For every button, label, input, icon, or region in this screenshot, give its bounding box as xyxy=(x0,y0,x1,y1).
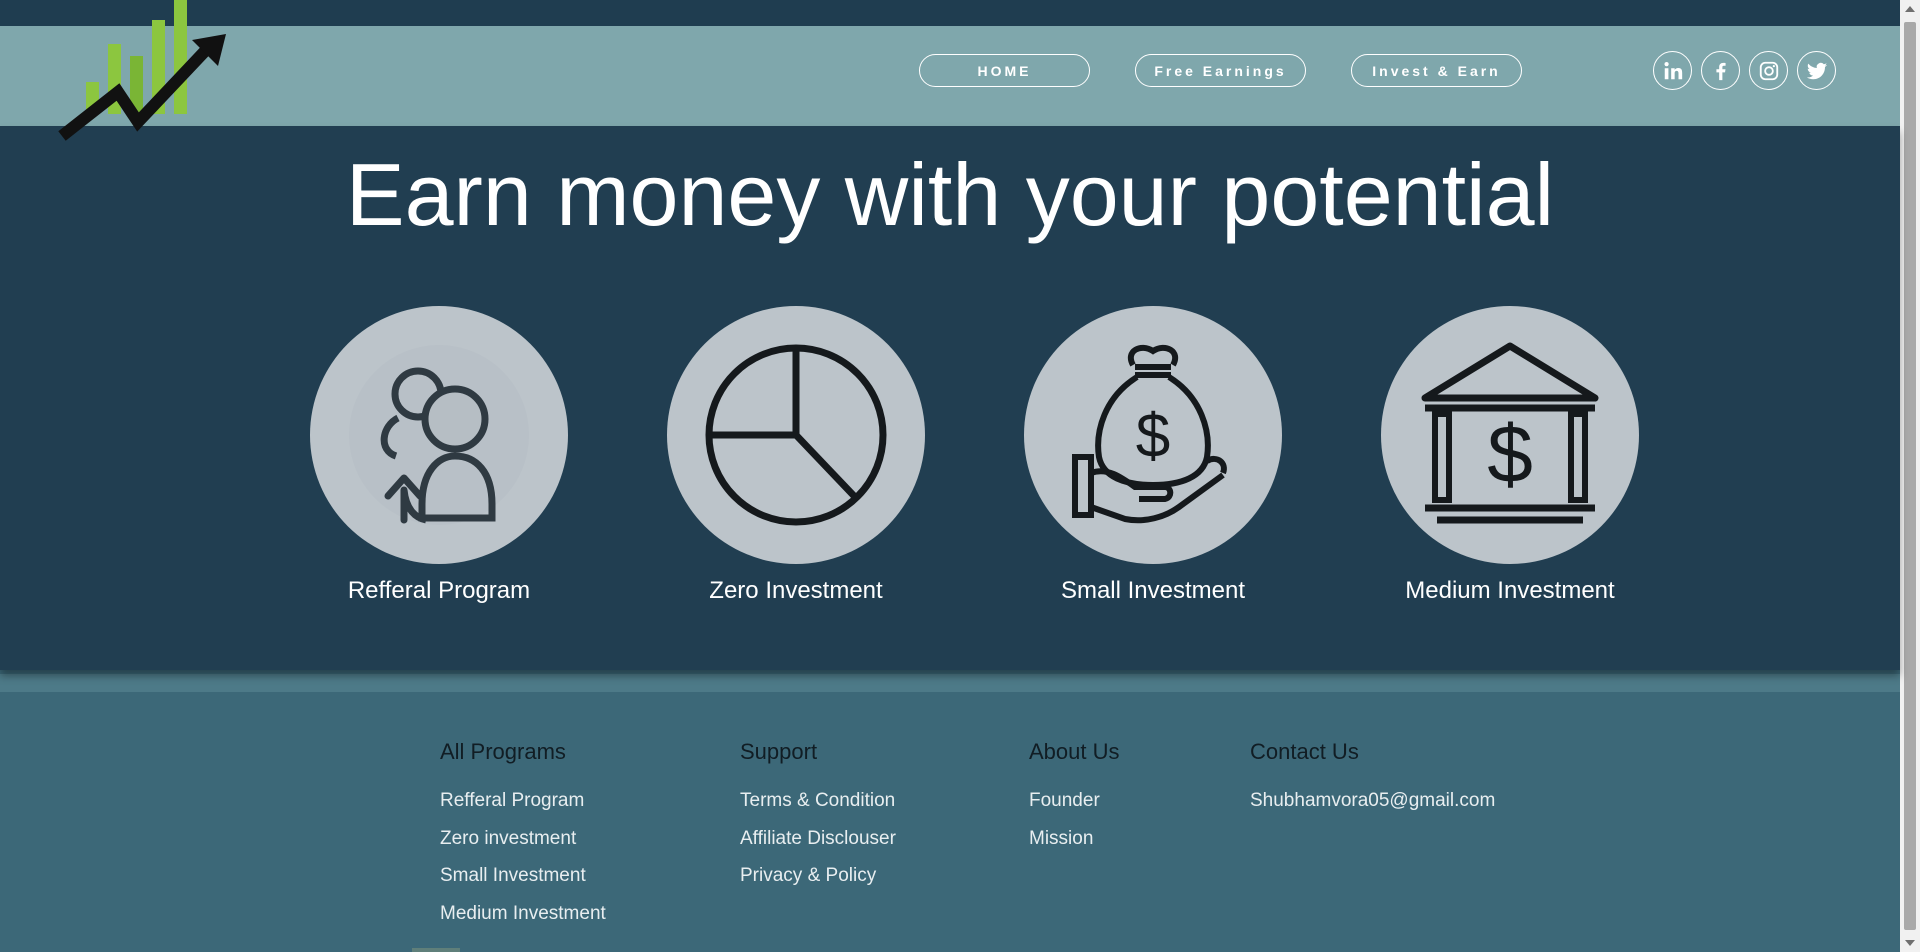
instagram-icon xyxy=(1759,61,1778,80)
facebook-icon xyxy=(1715,62,1726,80)
footer-link-affiliate[interactable]: Affiliate Disclouser xyxy=(740,827,896,851)
program-icon-circle: $ xyxy=(1024,306,1282,564)
program-icon-circle xyxy=(667,306,925,564)
program-card-medium-investment[interactable]: $ Medium Investment xyxy=(1350,306,1670,606)
instagram-button[interactable] xyxy=(1749,51,1788,90)
facebook-button[interactable] xyxy=(1701,51,1740,90)
footer-link-mission[interactable]: Mission xyxy=(1029,827,1120,851)
hero-title: Earn money with your potential xyxy=(345,145,1555,244)
svg-text:$: $ xyxy=(1136,402,1170,471)
footer-column-contact: Contact Us Shubhamvora05@gmail.com xyxy=(1250,738,1495,827)
program-icon-circle xyxy=(310,306,568,564)
footer-link-email[interactable]: Shubhamvora05@gmail.com xyxy=(1250,789,1495,813)
program-label-zero-investment: Zero Investment xyxy=(709,577,883,604)
scrollbar-thumb[interactable] xyxy=(1904,22,1916,930)
footer-column-support: Support Terms & Condition Affiliate Disc… xyxy=(740,738,896,902)
nav-invest-earn-button[interactable]: Invest & Earn xyxy=(1351,54,1522,87)
twitter-icon xyxy=(1806,62,1827,79)
footer-heading: Support xyxy=(740,739,818,764)
brand-logo[interactable] xyxy=(58,0,233,142)
page-edge-marker xyxy=(412,948,460,952)
section-divider xyxy=(0,674,1900,692)
program-label-referral: Refferal Program xyxy=(347,577,531,604)
vertical-scrollbar[interactable] xyxy=(1900,0,1920,952)
program-label-small-investment: Small Investment xyxy=(1060,577,1246,604)
footer-link-terms[interactable]: Terms & Condition xyxy=(740,789,896,813)
scroll-up-icon[interactable] xyxy=(1905,6,1915,12)
nav-home-button[interactable]: HOME xyxy=(919,54,1090,87)
footer-link-privacy[interactable]: Privacy & Policy xyxy=(740,864,896,888)
pie-chart-icon xyxy=(705,344,887,526)
footer-column-programs: All Programs Refferal Program Zero inves… xyxy=(440,738,606,939)
footer-link-founder[interactable]: Founder xyxy=(1029,789,1120,813)
program-label-medium-investment: Medium Investment xyxy=(1405,577,1615,604)
footer-link-medium-investment[interactable]: Medium Investment xyxy=(440,902,606,926)
linkedin-icon xyxy=(1663,61,1682,79)
footer-column-about: About Us Founder Mission xyxy=(1029,738,1120,864)
footer-heading: All Programs xyxy=(440,739,566,764)
footer-link-small-investment[interactable]: Small Investment xyxy=(440,864,606,888)
bank-dollar-icon: $ xyxy=(1421,342,1599,524)
nav-free-earnings-button[interactable]: Free Earnings xyxy=(1135,54,1306,87)
referral-users-icon xyxy=(349,345,529,525)
footer-link-referral[interactable]: Refferal Program xyxy=(440,789,606,813)
program-card-referral[interactable]: Refferal Program xyxy=(279,306,599,606)
growth-chart-logo-icon xyxy=(58,0,226,141)
program-card-zero-investment[interactable]: Zero Investment xyxy=(636,306,956,606)
top-strip xyxy=(0,0,1900,26)
program-card-small-investment[interactable]: $ Small Investment xyxy=(993,306,1313,606)
linkedin-button[interactable] xyxy=(1653,51,1692,90)
program-icon-circle: $ xyxy=(1381,306,1639,564)
svg-text:$: $ xyxy=(1487,409,1533,500)
twitter-button[interactable] xyxy=(1797,51,1836,90)
scroll-down-icon[interactable] xyxy=(1905,940,1915,946)
footer-heading: Contact Us xyxy=(1250,739,1359,764)
footer-heading: About Us xyxy=(1029,739,1120,764)
footer-link-zero-investment[interactable]: Zero investment xyxy=(440,827,606,851)
money-bag-hand-icon: $ xyxy=(1072,344,1227,524)
